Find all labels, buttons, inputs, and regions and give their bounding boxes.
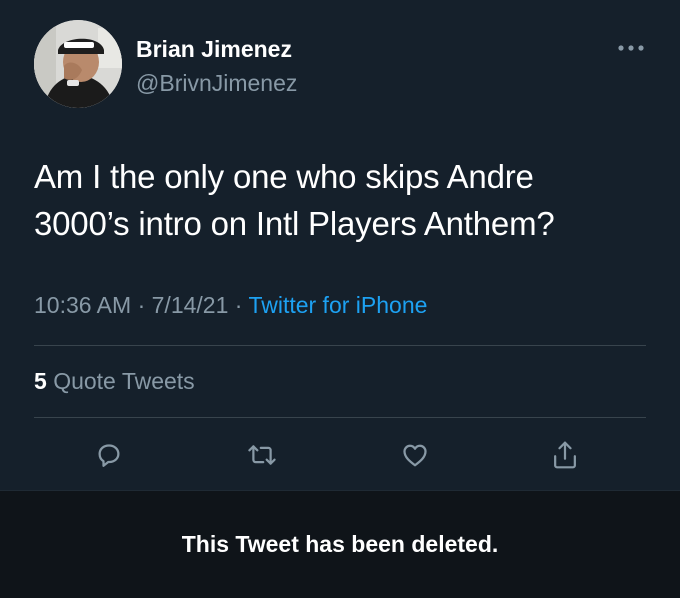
avatar[interactable] bbox=[34, 20, 122, 108]
quote-count: 5 bbox=[34, 368, 47, 394]
divider bbox=[34, 417, 646, 418]
tweet-text-line-2: 3000’s intro on Intl Players Anthem? bbox=[34, 205, 555, 242]
divider bbox=[34, 345, 646, 346]
deleted-notice: This Tweet has been deleted. bbox=[181, 531, 499, 557]
retweet-button[interactable] bbox=[245, 438, 279, 472]
share-icon bbox=[554, 441, 576, 469]
meta-separator: · bbox=[234, 292, 243, 318]
quote-label: Quote Tweets bbox=[53, 368, 195, 394]
tweet-card: Brian Jimenez @BrivnJimenez Am I the onl… bbox=[0, 0, 680, 490]
author-handle[interactable]: @BrivnJimenez bbox=[136, 70, 297, 97]
deleted-tweet-banner: This Tweet has been deleted. bbox=[0, 490, 680, 598]
meta-separator: · bbox=[137, 292, 146, 318]
tweet-date[interactable]: 7/14/21 bbox=[152, 292, 229, 318]
tweet-metadata: 10:36 AM · 7/14/21 · Twitter for iPhone bbox=[34, 292, 427, 319]
like-icon bbox=[403, 444, 427, 467]
tweet-time[interactable]: 10:36 AM bbox=[34, 292, 131, 318]
tweet-text: Am I the only one who skips Andre 3000’s… bbox=[34, 153, 634, 247]
tweet-text-line-1: Am I the only one who skips Andre bbox=[34, 158, 534, 195]
reply-icon bbox=[98, 444, 120, 467]
author-display-name[interactable]: Brian Jimenez bbox=[136, 36, 292, 63]
user-avatar-icon bbox=[34, 20, 122, 108]
tweet-source-link[interactable]: Twitter for iPhone bbox=[248, 292, 427, 318]
ellipsis-icon bbox=[618, 45, 644, 51]
more-options-button[interactable] bbox=[614, 38, 648, 58]
reply-button[interactable] bbox=[92, 438, 126, 472]
like-button[interactable] bbox=[398, 438, 432, 472]
retweet-icon bbox=[248, 445, 276, 465]
share-button[interactable] bbox=[548, 438, 582, 472]
quote-tweets-link[interactable]: 5 Quote Tweets bbox=[34, 368, 195, 395]
